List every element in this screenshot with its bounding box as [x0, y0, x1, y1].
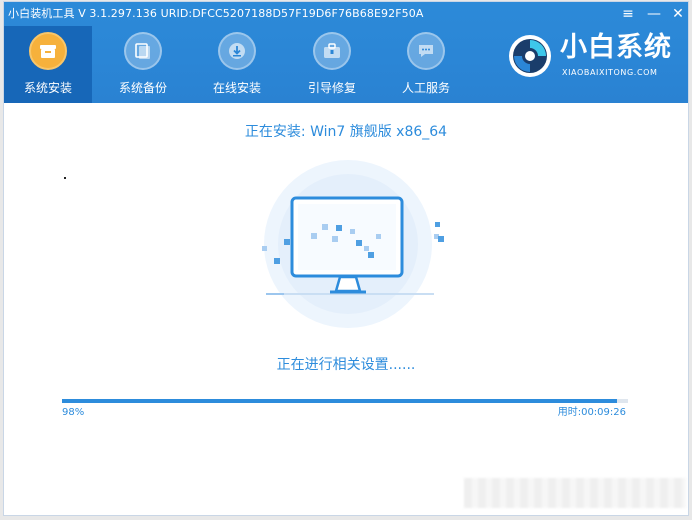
nav-item-manual-service[interactable]: 人工服务 [382, 26, 470, 103]
backup-icon [124, 32, 162, 70]
brand-logo-icon [509, 35, 551, 77]
stray-dot [64, 177, 66, 179]
nav-item-online-install[interactable]: 在线安装 [193, 26, 281, 103]
chat-icon [407, 32, 445, 70]
status-text: 正在进行相关设置...... [276, 357, 416, 373]
progress-percent: 98% [62, 407, 85, 418]
app-title: 小白装机工具 V 3.1.297.136 URID:DFCC5207188D57… [8, 7, 424, 20]
nav-item-label: 引导修复 [307, 81, 356, 95]
nav-item-label: 系统备份 [118, 81, 167, 95]
nav-item-label: 在线安装 [212, 81, 261, 95]
nav-item-system-backup[interactable]: 系统备份 [99, 26, 187, 103]
brand-name: 小白系统 [560, 32, 672, 63]
nav-item-boot-repair[interactable]: 引导修复 [288, 26, 376, 103]
progress-bar [62, 399, 628, 403]
toolbox-icon [313, 32, 351, 70]
brand-subtitle: XIAOBAIXITONG.COM [562, 68, 658, 77]
main-nav: 系统安装 系统备份 在线安装 引导修复 人工服务 [4, 26, 474, 103]
nav-item-system-install[interactable]: 系统安装 [4, 26, 92, 103]
install-title: 正在安装: Win7 旗舰版 x86_64 [244, 124, 448, 140]
download-icon [218, 32, 256, 70]
close-icon[interactable]: ✕ [671, 7, 685, 21]
blurred-watermark [464, 478, 686, 508]
brand-block: 小白系统 XIAOBAIXITONG.COM [506, 28, 686, 88]
header-bar: 小白装机工具 V 3.1.297.136 URID:DFCC5207188D57… [4, 2, 688, 103]
minimize-icon[interactable]: — [647, 7, 661, 21]
nav-item-label: 人工服务 [401, 81, 450, 95]
menu-icon[interactable]: ≡ [621, 7, 635, 21]
progress-fill [62, 399, 617, 403]
install-box-icon [29, 32, 67, 70]
elapsed-time: 用时:00:09:26 [557, 407, 626, 418]
installer-window: 小白装机工具 V 3.1.297.136 URID:DFCC5207188D57… [3, 1, 689, 516]
title-bar: 小白装机工具 V 3.1.297.136 URID:DFCC5207188D57… [4, 2, 688, 26]
monitor-illustration [262, 160, 444, 328]
nav-item-label: 系统安装 [23, 81, 72, 95]
